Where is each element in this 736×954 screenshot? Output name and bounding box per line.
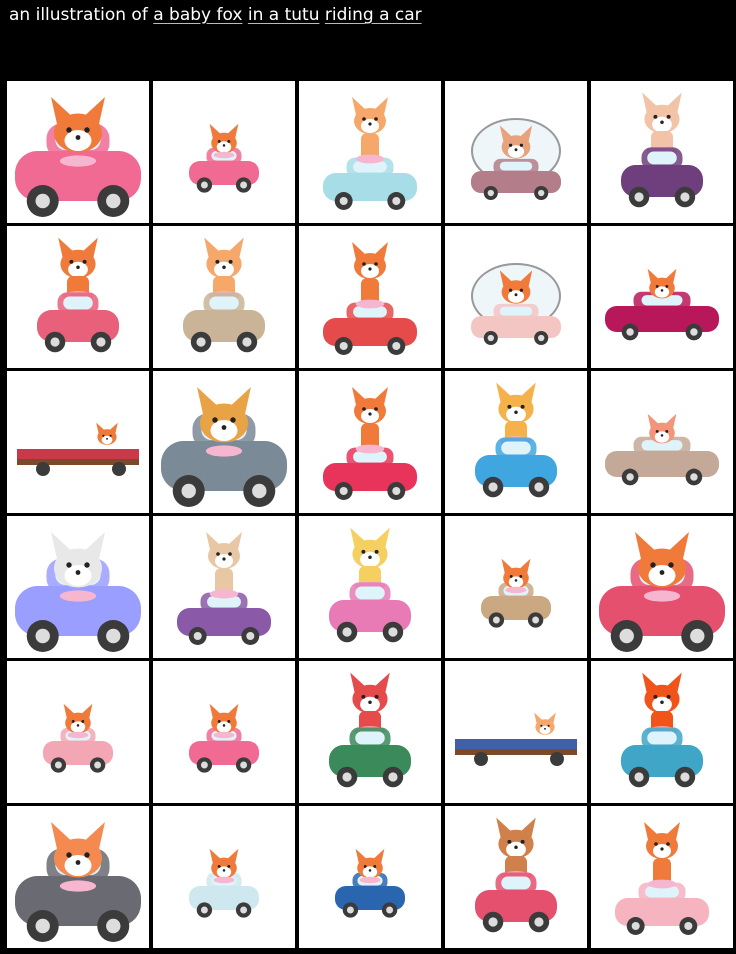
image-tile-18[interactable] — [299, 516, 441, 658]
image-tile-9[interactable] — [445, 226, 587, 368]
pink-booth-car-illustration — [15, 97, 141, 217]
prompt-phrase-clothing[interactable]: in a tutu — [248, 5, 320, 25]
image-tile-25[interactable] — [591, 661, 733, 803]
orange-cat-car-illustration — [15, 822, 141, 942]
image-tile-12[interactable] — [153, 371, 295, 513]
image-tile-26[interactable] — [7, 806, 149, 948]
image-tile-21[interactable] — [7, 661, 149, 803]
bubble-car-illustration — [471, 118, 561, 201]
image-tile-8[interactable] — [299, 226, 441, 368]
image-tile-5[interactable] — [591, 81, 733, 223]
pink-beetle-illustration — [189, 123, 259, 193]
mini-robot-car-illustration — [189, 848, 259, 918]
tan-beetle-illustration — [481, 558, 551, 628]
image-tile-24[interactable] — [445, 661, 587, 803]
pink-go-kart-illustration — [37, 237, 119, 353]
image-tile-14[interactable] — [445, 371, 587, 513]
image-tile-4[interactable] — [445, 81, 587, 223]
image-tile-28[interactable] — [299, 806, 441, 948]
image-tile-27[interactable] — [153, 806, 295, 948]
pink-hippo-car-illustration — [599, 532, 725, 652]
blue-collage-illustration — [161, 387, 287, 507]
yellow-fox-pink-car-illustration — [329, 527, 411, 643]
sketch-fox-illustration — [15, 532, 141, 652]
image-tile-16[interactable] — [7, 516, 149, 658]
brown-convertible-illustration — [605, 413, 719, 486]
image-tile-11[interactable] — [7, 371, 149, 513]
purple-car-illustration — [621, 92, 703, 208]
tiny-pink-car-illustration — [43, 703, 113, 773]
green-tractor-illustration — [329, 672, 411, 788]
blue-truck-illustration — [455, 712, 577, 766]
image-tile-13[interactable] — [299, 371, 441, 513]
tall-fox-red-car-illustration — [323, 387, 417, 500]
red-scooter-illustration — [323, 242, 417, 355]
image-grid — [7, 81, 733, 948]
prompt-phrase-subject[interactable]: a baby fox — [153, 5, 242, 25]
magenta-sedan-illustration — [605, 268, 719, 341]
image-tile-1[interactable] — [7, 81, 149, 223]
prompt-caption: an illustration of a baby fox in a tutu … — [9, 3, 422, 27]
image-tile-23[interactable] — [299, 661, 441, 803]
image-tile-30[interactable] — [591, 806, 733, 948]
image-tile-7[interactable] — [153, 226, 295, 368]
image-tile-15[interactable] — [591, 371, 733, 513]
beige-jeep-illustration — [183, 237, 265, 353]
image-tile-10[interactable] — [591, 226, 733, 368]
image-tile-29[interactable] — [445, 806, 587, 948]
framed-blue-car-illustration — [335, 848, 405, 918]
prompt-phrase-action[interactable]: riding a car — [325, 5, 422, 25]
image-tile-19[interactable] — [445, 516, 587, 658]
image-tile-22[interactable] — [153, 661, 295, 803]
flatbed-car-illustration — [17, 422, 139, 476]
fox-on-blue-car-illustration — [323, 97, 417, 210]
image-tile-3[interactable] — [299, 81, 441, 223]
image-tile-2[interactable] — [153, 81, 295, 223]
prompt-prefix: an illustration of — [9, 5, 154, 25]
glass-dome-car-illustration — [471, 263, 561, 346]
teal-canopy-car-illustration — [621, 672, 703, 788]
pink-retro-car-illustration — [475, 817, 557, 933]
purple-kart-tan-fox-illustration — [177, 532, 271, 645]
blue-bumper-car-illustration — [475, 382, 557, 498]
image-tile-17[interactable] — [153, 516, 295, 658]
image-tile-20[interactable] — [591, 516, 733, 658]
image-tile-6[interactable] — [7, 226, 149, 368]
pink-scooter-illustration — [615, 822, 709, 935]
circle-badge-illustration — [189, 703, 259, 773]
